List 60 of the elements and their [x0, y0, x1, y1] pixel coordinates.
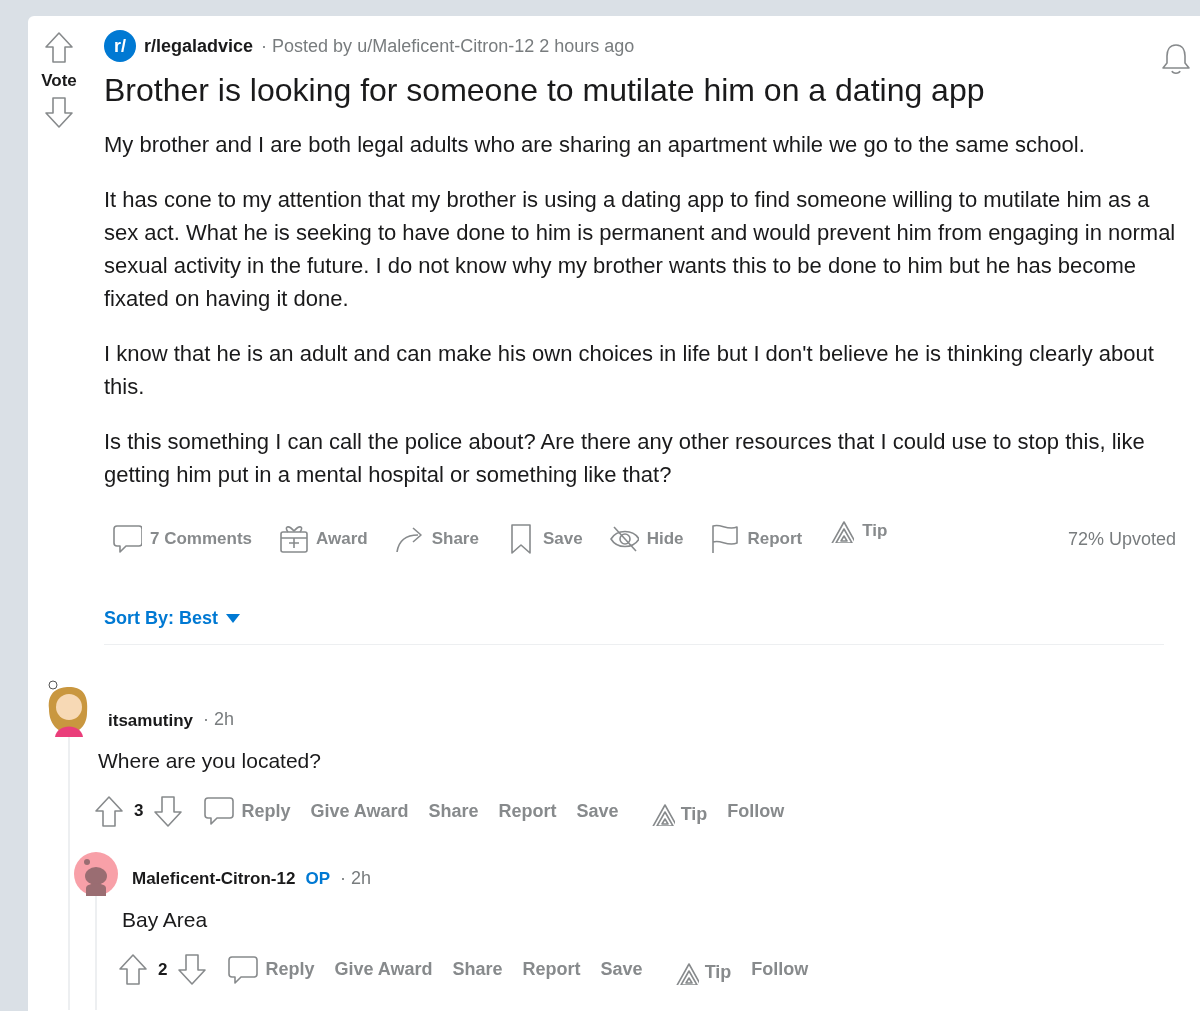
post-meta: · Posted by u/Maleficent-Citron-12 2 hours ago: [261, 34, 635, 58]
comment-text: Bay Area: [122, 906, 209, 933]
give-award-button[interactable]: Give Award: [300, 797, 419, 825]
comment-icon: [203, 795, 236, 827]
upvote-button[interactable]: [116, 953, 150, 986]
save-button[interactable]: Save: [566, 797, 629, 825]
save-button[interactable]: Save: [590, 956, 653, 983]
upvote-button[interactable]: [43, 30, 75, 64]
downvote-icon: [153, 794, 184, 828]
downvote-icon: [177, 953, 208, 986]
vote-count: 2: [157, 958, 169, 981]
gift-button[interactable]: Award: [270, 517, 376, 561]
hide-button[interactable]: Hide: [600, 517, 692, 561]
give-award-button[interactable]: Give Award: [324, 956, 443, 983]
reply-button[interactable]: Reply: [193, 795, 301, 827]
upvote-icon: [44, 30, 74, 64]
vote-label: Vote: [41, 70, 77, 92]
sort-dropdown[interactable]: Sort By: Best: [104, 605, 241, 632]
post-paragraph: My brother and I are both legal adults who are sharing an apartment while we go to the same school.: [104, 131, 1086, 159]
flag-icon: [709, 523, 740, 555]
notification-bell-icon[interactable]: [1160, 42, 1192, 76]
downvote-button[interactable]: [43, 95, 75, 130]
follow-button[interactable]: Follow: [741, 956, 819, 983]
subreddit-link[interactable]: r/legaladvice: [144, 32, 254, 60]
report-button[interactable]: Report: [488, 797, 567, 825]
comment-author[interactable]: itsamutiny: [108, 707, 194, 733]
follow-button[interactable]: Follow: [717, 797, 795, 825]
post-paragraph: Is this something I can call the police about? Are there any other resources that I could use to stop this, like getting him put in a mental hospital or something like that?: [104, 428, 1146, 489]
downvote-icon: [44, 96, 74, 129]
post-paragraph: It has cone to my attention that my brother is using a dating app to find someone willing to mutilate him as a sex act. What he is seeking to have done to him is permanent and would prevent him from engaging in normal sexual activity in the future. I do not know why my brother wants this to be done to him but he has become fixated on having it done.: [104, 186, 1177, 313]
report-button[interactable]: Report: [512, 956, 591, 983]
tip-button[interactable]: Tip: [820, 512, 896, 550]
comment-icon: [227, 953, 260, 986]
comment-time: · 2h: [203, 708, 235, 731]
post-title: Brother is looking for someone to mutilate him on a dating app: [104, 71, 986, 110]
upvote-icon: [118, 953, 148, 986]
comment-icon: [112, 523, 142, 555]
comment-text: Where are you located?: [98, 748, 322, 774]
upvote-icon: [94, 794, 124, 828]
caret-icon: [226, 614, 241, 623]
op-label: OP: [305, 868, 330, 890]
comments-button[interactable]: 7 Comments: [104, 517, 261, 561]
flag-button[interactable]: Report: [701, 517, 811, 561]
avatar-icon: [74, 851, 118, 896]
bell-icon: [1160, 42, 1192, 76]
comment-author[interactable]: Maleficent-Citron-12: [132, 866, 296, 892]
share-button[interactable]: Share: [442, 956, 513, 983]
bookmark-button[interactable]: Save: [496, 517, 591, 561]
comment-time: · 2h: [340, 866, 371, 890]
share-button[interactable]: Share: [385, 517, 487, 561]
post-paragraph: I know that he is an adult and can make his own choices in life but I don't believe he is thinking clearly about this.: [104, 340, 1155, 401]
upvote-button[interactable]: [92, 794, 126, 828]
tip-button[interactable]: Tip: [662, 959, 742, 986]
gift-icon: [278, 523, 309, 555]
vote-count: 3: [133, 800, 145, 823]
subreddit-icon[interactable]: r/: [104, 30, 136, 62]
reply-button[interactable]: Reply: [217, 953, 325, 986]
share-button[interactable]: Share: [418, 797, 489, 825]
tip-button[interactable]: Tip: [638, 800, 718, 828]
upvote-percentage: 72% Upvoted: [1067, 527, 1176, 551]
